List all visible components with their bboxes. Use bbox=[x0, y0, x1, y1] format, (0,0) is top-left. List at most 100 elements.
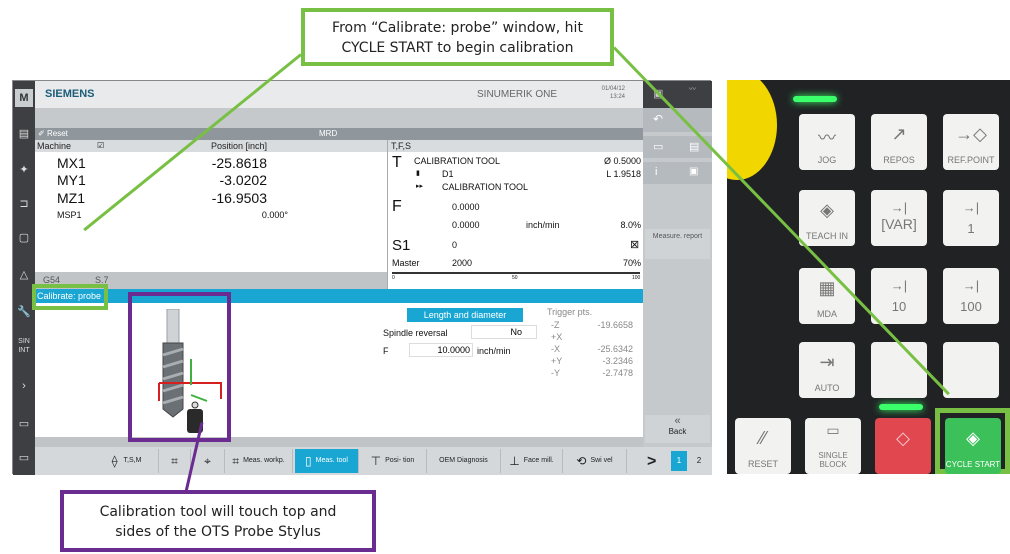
teach-in-key[interactable]: ◈ TEACH IN bbox=[799, 190, 855, 246]
left-icon-bar: M ▤ ✦ ⊐ ▢ △ 🔧 SIN INT › ▭ ▭ bbox=[13, 81, 35, 475]
reset-status: Reset bbox=[47, 129, 68, 138]
wave-icon[interactable]: 〰 bbox=[689, 86, 696, 94]
key-label: REF.POINT bbox=[947, 155, 995, 165]
callout-cycle-start: From “Calibrate: probe” window, hit CYCL… bbox=[301, 8, 614, 66]
pager-next-arrow[interactable]: > bbox=[647, 453, 656, 471]
callout-line-1: From “Calibrate: probe” window, hit bbox=[332, 20, 583, 36]
calculator-icon: ▤ bbox=[689, 141, 700, 153]
teach-in-icon: ◈ bbox=[820, 200, 834, 220]
ref-point-key[interactable]: →◇ REF.POINT bbox=[943, 114, 999, 170]
softkey-label: Meas. workp. bbox=[243, 457, 285, 464]
increment-10-key[interactable]: →| 10 bbox=[871, 268, 927, 324]
softkey-label: Posi- tion bbox=[385, 457, 415, 464]
blank-key[interactable] bbox=[943, 342, 999, 398]
var-key[interactable]: →| [VAR] bbox=[871, 190, 927, 246]
softkey-position[interactable]: ⊤ Posi- tion bbox=[359, 449, 427, 473]
emergency-stop-button[interactable] bbox=[727, 80, 777, 180]
axis-name: MY1 bbox=[57, 172, 86, 188]
scale-tick: 50 bbox=[512, 275, 518, 281]
vk-info[interactable]: i ▣ bbox=[643, 162, 712, 184]
trigger-axis: -X bbox=[551, 344, 560, 354]
softkey-oem-diagnosis[interactable]: OEM Diagnosis bbox=[427, 449, 501, 473]
reset-key[interactable]: ⁄⁄ RESET bbox=[735, 418, 791, 474]
cycle-start-key[interactable]: ◈ CYCLE START bbox=[945, 418, 1001, 474]
program-manager-icon[interactable]: ▤ bbox=[15, 125, 33, 143]
feedrate-unit: inch/min bbox=[477, 346, 511, 356]
key-label: 10 bbox=[891, 299, 907, 314]
blank-key[interactable] bbox=[871, 342, 927, 398]
softkey-meas-workpiece[interactable]: ⌗ Meas. workp. bbox=[225, 449, 293, 473]
cycle-start-icon: ◈ bbox=[966, 428, 980, 448]
meas-icon-1: ⌗ bbox=[171, 454, 178, 468]
softkey-label: Swi vel bbox=[590, 457, 613, 464]
measure-report-button[interactable]: Measure. report bbox=[645, 229, 710, 259]
checkbox-icon[interactable]: ☑ bbox=[97, 140, 104, 152]
machine-icon[interactable]: M bbox=[15, 89, 33, 107]
page-1[interactable]: 1 bbox=[671, 451, 687, 471]
tool-d: D1 bbox=[442, 169, 454, 179]
tsm-icon: ⟠ bbox=[111, 454, 118, 468]
key-label: 1 bbox=[967, 221, 975, 236]
time: 13:24 bbox=[609, 94, 625, 100]
program-icon[interactable]: ⊐ bbox=[15, 195, 33, 213]
sinumerik-integrate-icon[interactable]: SIN INT bbox=[15, 337, 33, 355]
repos-key[interactable]: ↗ REPOS bbox=[871, 114, 927, 170]
tool-diameter: Ø 0.5000 bbox=[603, 156, 641, 166]
next-tool-name: CALIBRATION TOOL bbox=[442, 182, 529, 192]
window-icon[interactable]: ▭ bbox=[15, 415, 33, 433]
jog-led bbox=[793, 96, 837, 102]
trigger-axis: +X bbox=[551, 332, 563, 342]
tool-name: CALIBRATION TOOL bbox=[414, 156, 501, 166]
jog-key[interactable]: 〰 JOG bbox=[799, 114, 855, 170]
expand-icon[interactable]: › bbox=[15, 377, 33, 395]
scale-tick: 0 bbox=[392, 275, 395, 281]
softkey-tsm[interactable]: ⟠ T,S,M bbox=[95, 449, 159, 473]
mda-key[interactable]: ▦ MDA bbox=[799, 268, 855, 324]
softkey-meas-tool[interactable]: ▯ Meas. tool bbox=[295, 449, 359, 473]
position-column: Position [inch] bbox=[211, 141, 268, 151]
increment-10-icon: →| bbox=[890, 278, 908, 293]
key-label: 100 bbox=[960, 299, 982, 314]
monitor-icon[interactable]: ▭ bbox=[15, 449, 33, 467]
key-label: RESET bbox=[747, 459, 778, 469]
auto-key[interactable]: ⇥ AUTO bbox=[799, 342, 855, 398]
spindle-stop-icon: ⊠ bbox=[630, 239, 640, 251]
hmi-screen: M ▤ ✦ ⊐ ▢ △ 🔧 SIN INT › ▭ ▭ SIEMENS SINUM… bbox=[12, 80, 712, 475]
product-name: SINUMERIK ONE bbox=[477, 89, 558, 100]
increment-1-key[interactable]: →| 1 bbox=[943, 190, 999, 246]
tfs-header: T,F,S bbox=[388, 140, 643, 152]
machine-control-keypad: 〰 JOG ↗ REPOS →◇ REF.POINT ◈ TEACH IN →| [VAR… bbox=[727, 80, 1010, 474]
meas-workpiece-icon: ⌗ bbox=[232, 454, 240, 468]
back-button[interactable]: « Back bbox=[645, 415, 710, 443]
f-label: F bbox=[392, 198, 402, 215]
files-icon[interactable]: ▢ bbox=[15, 229, 33, 247]
alarm-icon[interactable]: △ bbox=[15, 266, 33, 284]
single-block-key[interactable]: ▭ SINGLE BLOCK bbox=[805, 418, 861, 474]
cycle-start-led bbox=[879, 404, 923, 410]
spindle-reversal-select[interactable]: No bbox=[471, 325, 537, 339]
softkey-swivel[interactable]: ⟲ Swi vel bbox=[563, 449, 627, 473]
callout-line-2: CYCLE START to begin calibration bbox=[341, 40, 574, 56]
info-icon: i bbox=[655, 166, 658, 178]
f-input-label: F bbox=[383, 346, 389, 356]
tool-graphic-highlight bbox=[128, 292, 231, 442]
length-and-diameter-button[interactable]: Length and diameter bbox=[407, 308, 523, 322]
settings-icon[interactable]: ✦ bbox=[15, 161, 33, 179]
position-header: Machine ☑ Position [inch] bbox=[35, 140, 387, 152]
cycle-stop-key[interactable]: ◇ bbox=[875, 418, 931, 474]
softkey-meas-1[interactable]: ⌗ bbox=[159, 449, 191, 473]
wrench-icon[interactable]: 🔧 bbox=[15, 303, 33, 321]
softkey-face-mill[interactable]: ⊥ Face mill. bbox=[501, 449, 563, 473]
key-label: CYCLE START bbox=[945, 460, 1001, 469]
feedrate-input[interactable]: 10.0000 bbox=[409, 343, 473, 357]
callout-calibration-tool: Calibration tool will touch top and side… bbox=[60, 490, 376, 552]
back-label: Back bbox=[668, 427, 687, 436]
axis-value: -3.0202 bbox=[219, 172, 267, 188]
key-label: [VAR] bbox=[881, 216, 917, 232]
f-actual: 0.0000 bbox=[452, 220, 480, 230]
page-2[interactable]: 2 bbox=[691, 451, 707, 471]
meas-icon-2: ⌖ bbox=[204, 454, 211, 468]
increment-100-key[interactable]: →| 100 bbox=[943, 268, 999, 324]
mode-status: MRD bbox=[319, 129, 338, 138]
f-override: 8.0% bbox=[620, 220, 641, 230]
